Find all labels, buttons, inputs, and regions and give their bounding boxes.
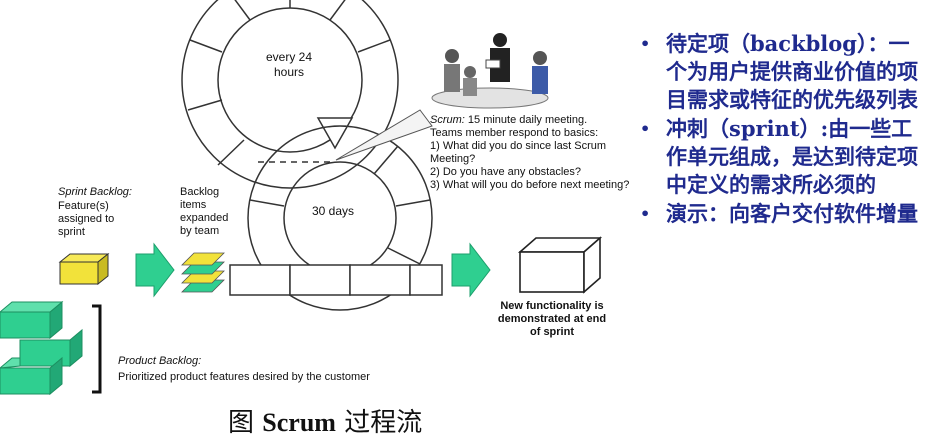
bullet-dot-icon: • (640, 204, 651, 223)
flow-arrow-2 (451, 242, 491, 298)
new-functionality-label: New functionality is demonstrated at end… (497, 300, 607, 338)
scrum-line-1: 15 minute daily meeting. (467, 114, 588, 126)
scrum-line-4: 2) Do you have any obstacles? (430, 166, 582, 178)
product-backlog-bracket (92, 304, 102, 394)
sprint-backlog-block (58, 252, 110, 286)
scrum-meeting-callout: Scrum: 15 minute daily meeting. Teams me… (430, 114, 640, 192)
daily-cycle-label: every 24 hours (265, 50, 313, 79)
sprint-backlog-desc: Feature(s) assigned to sprint (58, 200, 115, 238)
definition-backlog: • 待定项（backblog）：一个为用户提供商业价值的项目需求或特征的优先级列… (640, 30, 926, 114)
product-increment-box (517, 236, 603, 294)
daily-cycle-ring (181, 0, 399, 189)
scrum-line-2: Teams member respond to basics: (430, 127, 599, 139)
backlog-items-stack (181, 252, 225, 293)
team-meeting-illustration (431, 33, 549, 109)
definition-backlog-text: 待定项（backblog）：一个为用户提供商业价值的项目需求或特征的优先级列表 (666, 31, 918, 112)
caption-latin: Scrum (262, 408, 336, 437)
diagram-caption: 图 Scrum 过程流 (228, 402, 528, 439)
scrum-meeting-title: Scrum: (430, 114, 465, 126)
backlog-items-label: Backlog items expanded by team (180, 186, 229, 237)
conveyor-track (229, 264, 443, 296)
product-backlog-title: Product Backlog: (118, 355, 202, 367)
caption-suffix: 过程流 (344, 408, 423, 438)
bullet-dot-icon: • (640, 119, 651, 138)
caption-prefix: 图 (228, 408, 255, 438)
definition-demo-text: 演示：向客户交付软件增量 (666, 201, 918, 226)
product-backlog-stairs (0, 300, 83, 396)
bullet-dot-icon: • (640, 34, 651, 53)
flow-arrow-1 (135, 242, 175, 298)
scrum-process-diagram: every 24 hours 30 days Scrum: 15 minute … (0, 0, 640, 400)
definition-demo: • 演示：向客户交付软件增量 (640, 200, 926, 228)
sprint-backlog-title: Sprint Backlog: (58, 186, 132, 198)
definition-list: • 待定项（backblog）：一个为用户提供商业价值的项目需求或特征的优先级列… (640, 30, 926, 229)
definition-sprint: • 冲刺（sprint）:由一些工作单元组成，是达到待定项中定义的需求所必须的 (640, 115, 926, 199)
sprint-cycle-label: 30 days (312, 204, 355, 218)
scrum-line-5: 3) What will you do before next meeting? (430, 179, 630, 191)
scrum-line-3: 1) What did you do since last Scrum Meet… (430, 140, 607, 165)
product-backlog-desc: Prioritized product features desired by … (118, 371, 370, 383)
definition-sprint-text: 冲刺（sprint）:由一些工作单元组成，是达到待定项中定义的需求所必须的 (666, 116, 918, 197)
